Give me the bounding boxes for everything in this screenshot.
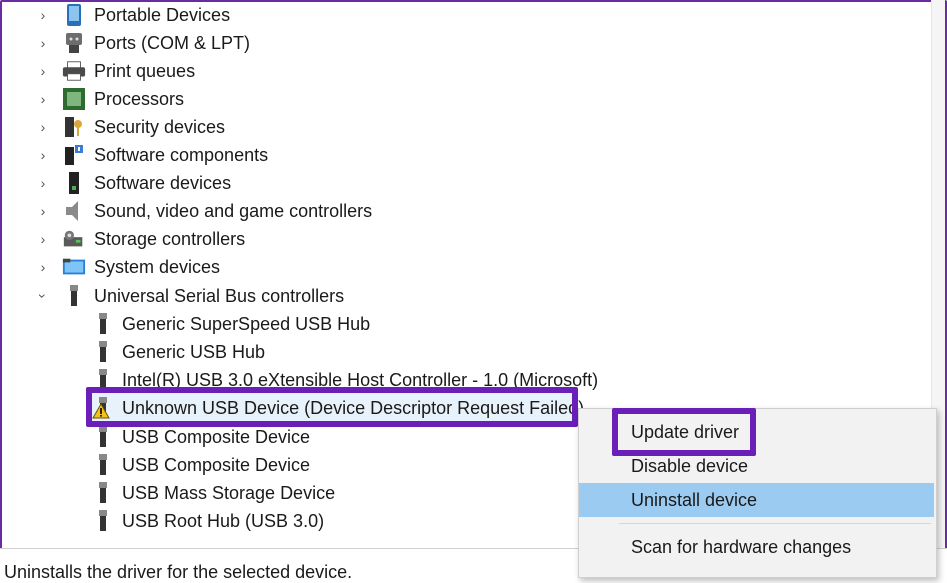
chevron-right-icon[interactable]: › [36, 57, 50, 85]
usb-device-generic-superspeed-hub[interactable]: Generic SuperSpeed USB Hub [92, 310, 370, 338]
software-component-icon [62, 143, 86, 167]
chevron-right-icon[interactable]: › [36, 1, 50, 29]
software-device-icon [62, 171, 86, 195]
chevron-down-icon[interactable]: › [29, 289, 57, 303]
chevron-right-icon[interactable]: › [36, 29, 50, 57]
menu-item-label: Uninstall device [631, 489, 758, 510]
tree-item-label: Universal Serial Bus controllers [94, 285, 345, 306]
menu-separator [619, 523, 931, 524]
device-label: USB Root Hub (USB 3.0) [122, 510, 325, 531]
device-label: USB Mass Storage Device [122, 482, 336, 503]
chevron-right-icon[interactable]: › [36, 253, 50, 281]
chevron-right-icon[interactable]: › [36, 197, 50, 225]
tree-item-label: Portable Devices [94, 4, 231, 25]
highlight-annotation-update-driver [612, 408, 756, 456]
system-devices-icon [62, 255, 86, 279]
tree-item-label: Software components [94, 144, 269, 165]
usb-device-root-hub[interactable]: USB Root Hub (USB 3.0) [92, 507, 324, 535]
device-label: USB Composite Device [122, 426, 311, 447]
device-label: Generic USB Hub [122, 341, 266, 362]
menu-item-label: Disable device [631, 455, 749, 476]
chevron-right-icon[interactable]: › [36, 225, 50, 253]
chevron-right-icon[interactable]: › [36, 169, 50, 197]
highlight-annotation-selected-device [86, 387, 578, 427]
usb-plug-icon [92, 425, 114, 449]
usb-plug-icon [92, 340, 114, 364]
security-device-icon [62, 115, 86, 139]
usb-icon [62, 284, 86, 308]
tree-item-label: Ports (COM & LPT) [94, 32, 251, 53]
usb-device-composite-1[interactable]: USB Composite Device [92, 423, 310, 451]
tree-item-label: System devices [94, 256, 221, 277]
status-text: Uninstalls the driver for the selected d… [4, 562, 353, 582]
usb-device-mass-storage[interactable]: USB Mass Storage Device [92, 479, 335, 507]
usb-plug-icon [92, 481, 114, 505]
usb-plug-icon [92, 453, 114, 477]
speaker-icon [62, 199, 86, 223]
printer-icon [62, 59, 86, 83]
usb-device-composite-2[interactable]: USB Composite Device [92, 451, 310, 479]
tree-item-label: Processors [94, 88, 185, 109]
tree-item-label: Sound, video and game controllers [94, 200, 373, 221]
usb-plug-icon [92, 312, 114, 336]
usb-device-generic-hub[interactable]: Generic USB Hub [92, 338, 265, 366]
tree-item-label: Software devices [94, 172, 232, 193]
menu-item-uninstall-device[interactable]: Uninstall device [579, 483, 934, 517]
tree-item-label: Storage controllers [94, 228, 246, 249]
chevron-right-icon[interactable]: › [36, 141, 50, 169]
portable-devices-icon [62, 3, 86, 27]
tree-item-label: Print queues [94, 60, 196, 81]
storage-controller-icon [62, 227, 86, 251]
chevron-right-icon[interactable]: › [36, 85, 50, 113]
processor-icon [62, 87, 86, 111]
tree-item-label: Security devices [94, 116, 226, 137]
usb-plug-icon [92, 509, 114, 533]
device-label: Generic SuperSpeed USB Hub [122, 313, 371, 334]
device-label: USB Composite Device [122, 454, 311, 475]
menu-item-scan-hardware[interactable]: Scan for hardware changes [579, 530, 934, 564]
menu-item-label: Scan for hardware changes [631, 536, 852, 557]
ports-icon [62, 31, 86, 55]
chevron-right-icon[interactable]: › [36, 113, 50, 141]
